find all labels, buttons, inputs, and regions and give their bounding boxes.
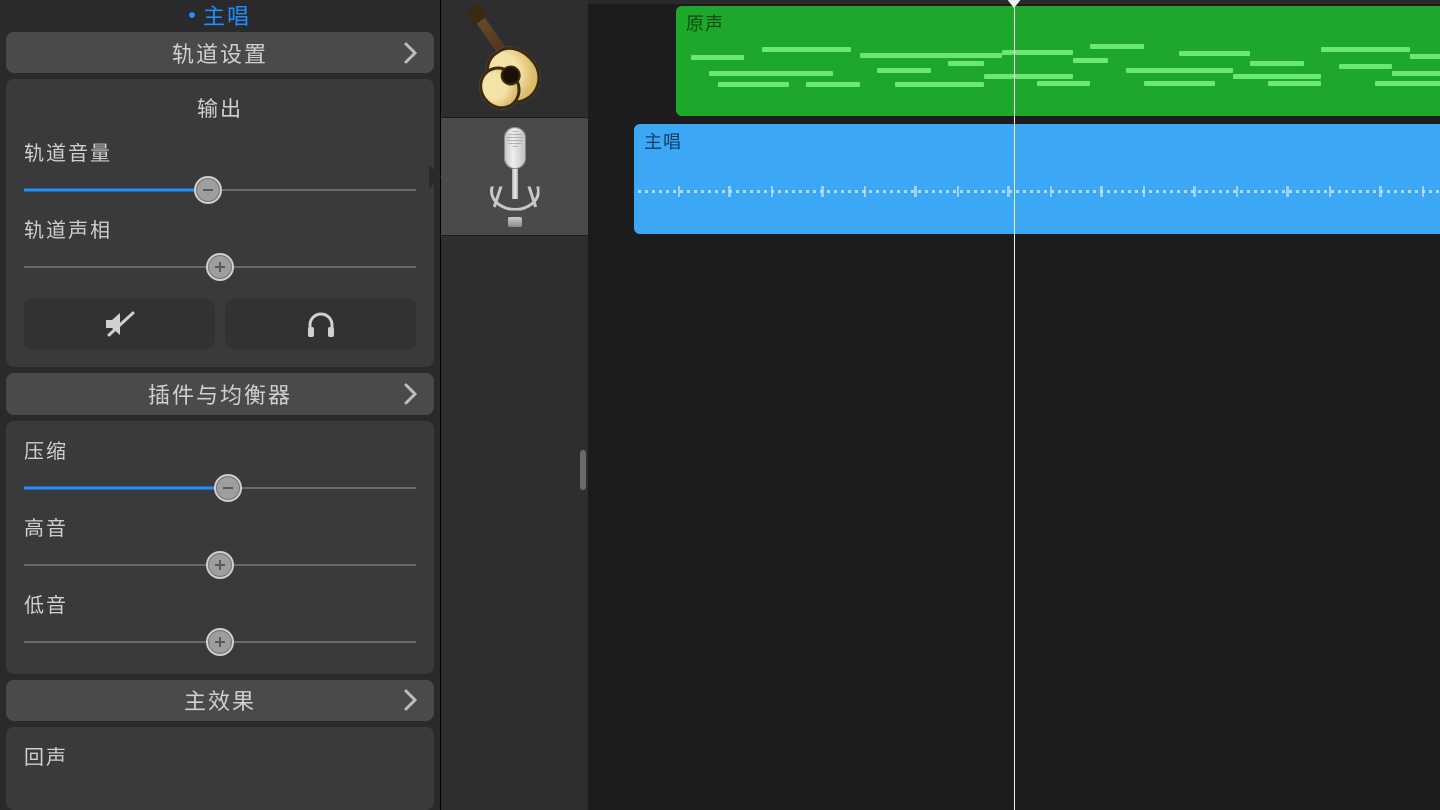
slider-knob[interactable] <box>206 628 234 656</box>
chevron-right-icon <box>404 42 418 64</box>
track-pan-block: 轨道声相 <box>24 214 416 281</box>
compression-slider[interactable] <box>24 474 416 502</box>
slider-knob[interactable] <box>206 253 234 281</box>
mute-icon <box>103 309 137 339</box>
track-settings-header[interactable]: 轨道设置 <box>6 32 434 73</box>
master-fx-header[interactable]: 主效果 <box>6 680 434 721</box>
echo-label: 回声 <box>24 741 416 770</box>
acoustic-guitar-icon <box>470 14 560 104</box>
treble-label: 高音 <box>24 512 416 541</box>
slider-fill <box>24 189 208 192</box>
slider-knob[interactable] <box>194 176 222 204</box>
record-enabled-dot-icon <box>189 12 195 18</box>
track-header-vocal[interactable] <box>441 118 588 236</box>
track-pan-label: 轨道声相 <box>24 214 416 243</box>
selected-track-pointer-icon <box>429 165 441 189</box>
plugins-eq-title: 插件与均衡器 <box>148 378 292 410</box>
mute-button[interactable] <box>24 299 215 349</box>
inspector-panel: 主唱 轨道设置 输出 轨道音量 轨道声相 <box>0 0 440 810</box>
plugins-eq-header[interactable]: 插件与均衡器 <box>6 373 434 414</box>
bass-slider[interactable] <box>24 628 416 656</box>
track-volume-block: 轨道音量 <box>24 137 416 204</box>
audio-region-vocal[interactable]: 主唱 <box>634 124 1440 234</box>
headphones-icon <box>304 309 338 339</box>
playhead[interactable] <box>1014 0 1015 810</box>
track-volume-label: 轨道音量 <box>24 137 416 166</box>
compression-block: 压缩 <box>24 435 416 502</box>
master-fx-section: 回声 <box>6 727 434 810</box>
midi-notes-preview <box>682 40 1440 110</box>
echo-block: 回声 <box>24 741 416 770</box>
audio-waveform-preview <box>638 190 1440 193</box>
bass-label: 低音 <box>24 589 416 618</box>
master-fx-title: 主效果 <box>184 684 256 716</box>
selected-track-header: 主唱 <box>6 4 434 26</box>
slider-knob[interactable] <box>206 551 234 579</box>
solo-headphones-button[interactable] <box>225 299 416 349</box>
chevron-right-icon <box>404 383 418 405</box>
selected-track-name: 主唱 <box>203 0 251 31</box>
slider-knob[interactable] <box>214 474 242 502</box>
compression-label: 压缩 <box>24 435 416 464</box>
output-buttons <box>24 299 416 349</box>
slider-fill <box>24 486 228 489</box>
condenser-mic-icon <box>480 127 550 227</box>
arrange-area[interactable]: 原声 <box>588 0 1440 810</box>
plugins-eq-section: 压缩 高音 低音 <box>6 421 434 674</box>
track-settings-title: 轨道设置 <box>172 37 268 69</box>
vertical-scroll-indicator[interactable] <box>580 450 586 490</box>
chevron-right-icon <box>404 689 418 711</box>
treble-block: 高音 <box>24 512 416 579</box>
track-volume-slider[interactable] <box>24 176 416 204</box>
track-header-acoustic[interactable] <box>441 0 588 118</box>
treble-slider[interactable] <box>24 551 416 579</box>
track-pan-slider[interactable] <box>24 253 416 281</box>
bass-block: 低音 <box>24 589 416 656</box>
audio-region-name: 主唱 <box>644 128 682 154</box>
track-headers-column <box>440 0 588 810</box>
midi-region-name: 原声 <box>686 10 724 36</box>
output-section: 输出 轨道音量 轨道声相 <box>6 79 434 367</box>
midi-region-acoustic[interactable]: 原声 <box>676 6 1440 116</box>
output-title: 输出 <box>24 93 416 127</box>
